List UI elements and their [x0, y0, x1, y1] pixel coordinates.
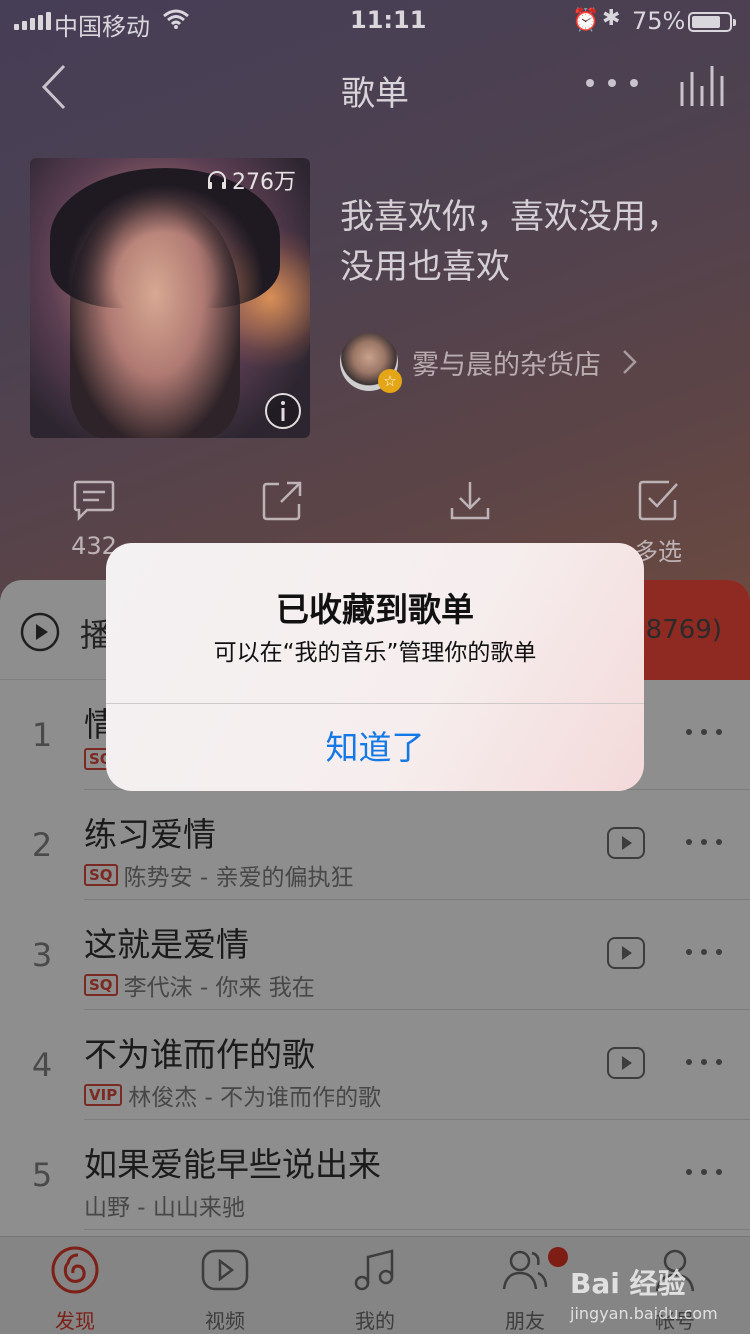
comment-icon — [73, 480, 115, 522]
status-bar: 中国移动 11:11 ⏰ ✱ 75% — [0, 0, 750, 41]
video-icon — [201, 1249, 249, 1291]
song-index: 3 — [31, 936, 53, 974]
dialog-message: 可以在“我的音乐”管理你的歌单 — [213, 640, 537, 666]
creator-avatar[interactable]: ☆ — [340, 333, 402, 393]
baidu-watermark: Bai 经验 jingyan.baidu.com — [570, 1267, 718, 1323]
clock: 11:11 — [350, 6, 427, 34]
song-subtitle: 李代沫 - 你来 我在 — [123, 975, 315, 1001]
quality-badge: SQ — [84, 974, 118, 996]
tab-label: 发现 — [55, 1309, 95, 1333]
song-subtitle: 林俊杰 - 不为谁而作的歌 — [128, 1085, 382, 1111]
battery-icon — [688, 12, 736, 32]
playlist-header: 中国移动 11:11 ⏰ ✱ 75% 歌单 276万 我喜欢你，喜欢没用， 没用… — [0, 0, 750, 600]
song-title: 如果爱能早些说出来 — [84, 1145, 381, 1184]
list-item[interactable]: 5 如果爱能早些说出来 山野 - 山山来驰 — [0, 1120, 750, 1230]
tab-label: 我的 — [355, 1309, 395, 1333]
collected-alert-dialog: 已收藏到歌单 可以在“我的音乐”管理你的歌单 知道了 — [106, 543, 644, 791]
mv-play-icon[interactable] — [606, 1046, 646, 1080]
vip-badge: VIP — [84, 1084, 123, 1106]
battery-percent: 75% — [632, 7, 686, 35]
creator-name: 雾与晨的杂货店 — [412, 349, 601, 381]
got-it-button[interactable]: 知道了 — [106, 704, 644, 791]
nav-bar: 歌单 — [0, 48, 750, 128]
creator-row[interactable]: ☆ 雾与晨的杂货店 — [340, 332, 641, 393]
notification-dot — [548, 1247, 568, 1267]
friends-icon — [502, 1250, 548, 1290]
download-icon — [450, 482, 490, 520]
list-item[interactable]: 4 不为谁而作的歌 VIP 林俊杰 - 不为谁而作的歌 — [0, 1010, 750, 1120]
info-icon[interactable] — [264, 392, 302, 430]
tab-label: 朋友 — [505, 1309, 545, 1333]
song-subtitle: 陈势安 - 亲爱的偏执狂 — [123, 865, 354, 891]
song-index: 5 — [31, 1156, 53, 1194]
song-index: 4 — [31, 1046, 53, 1084]
headphones-icon — [208, 171, 226, 189]
music-note-icon — [354, 1249, 394, 1291]
more-icon[interactable] — [684, 1162, 724, 1182]
mv-play-icon[interactable] — [606, 826, 646, 860]
carrier-label: 中国移动 — [54, 13, 150, 41]
signal-icon — [14, 12, 51, 30]
download-button[interactable] — [410, 478, 530, 524]
song-index: 1 — [31, 716, 53, 754]
playlist-cover[interactable]: 276万 — [30, 158, 310, 438]
share-icon — [262, 481, 302, 521]
quality-badge: SQ — [84, 864, 118, 886]
wifi-icon — [163, 9, 189, 29]
tab-discover[interactable]: 发现 — [20, 1245, 130, 1334]
dialog-title: 已收藏到歌单 — [276, 590, 474, 629]
share-button[interactable] — [222, 478, 342, 524]
list-item[interactable]: 2 练习爱情 SQ 陈势安 - 亲爱的偏执狂 — [0, 790, 750, 900]
play-count: 276万 — [206, 164, 296, 196]
mv-play-icon[interactable] — [606, 936, 646, 970]
play-circle-icon[interactable] — [20, 612, 60, 652]
more-icon[interactable] — [584, 68, 640, 98]
netease-music-icon — [51, 1246, 99, 1294]
playlist-title: 我喜欢你，喜欢没用， 没用也喜欢 — [340, 197, 680, 287]
play-count-value: 276万 — [232, 170, 296, 195]
alarm-icon: ⏰ — [572, 8, 600, 33]
song-title: 这就是爱情 — [84, 925, 249, 964]
more-icon[interactable] — [684, 722, 724, 742]
song-title: 练习爱情 — [84, 815, 216, 854]
now-playing-icon[interactable] — [676, 62, 726, 112]
song-index: 2 — [31, 826, 53, 864]
more-icon[interactable] — [684, 832, 724, 852]
checkbox-icon — [638, 480, 678, 521]
more-icon[interactable] — [684, 1052, 724, 1072]
bluetooth-icon: ✱ — [602, 6, 621, 31]
tab-my-music[interactable]: 我的 — [320, 1245, 430, 1334]
song-title: 不为谁而作的歌 — [84, 1035, 315, 1074]
chevron-right-icon — [623, 350, 637, 374]
tab-video[interactable]: 视频 — [170, 1245, 280, 1334]
list-item[interactable]: 3 这就是爱情 SQ 李代沫 - 你来 我在 — [0, 900, 750, 1010]
song-subtitle: 山野 - 山山来驰 — [84, 1195, 245, 1221]
tab-label: 视频 — [205, 1309, 245, 1333]
more-icon[interactable] — [684, 942, 724, 962]
star-icon: ☆ — [378, 369, 402, 393]
